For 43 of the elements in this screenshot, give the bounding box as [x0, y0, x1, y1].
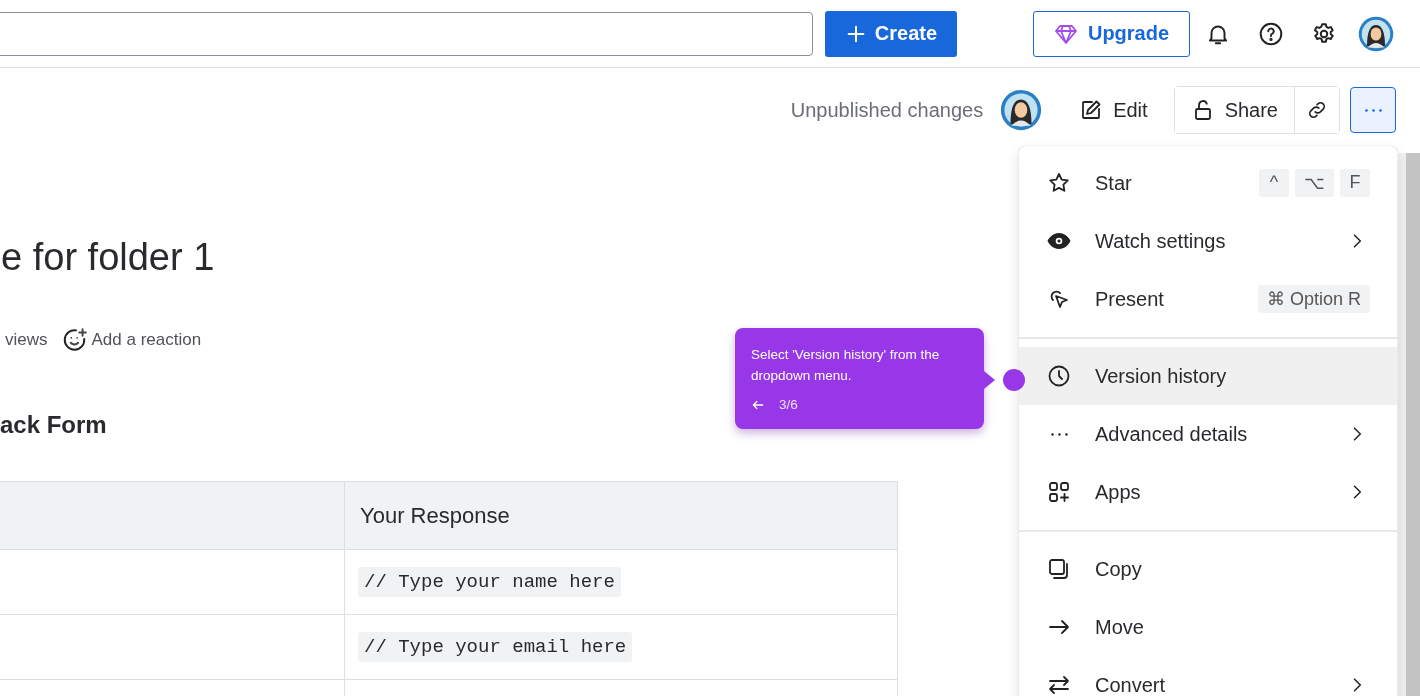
- menu-item[interactable]: Version history: [1019, 347, 1397, 405]
- more-options-button[interactable]: [1350, 87, 1396, 133]
- menu-item[interactable]: Move: [1019, 598, 1397, 656]
- ellipsis-icon: [1050, 432, 1068, 436]
- view-count: views: [5, 330, 48, 350]
- table-header-cell-text: Your Response: [359, 501, 511, 530]
- section-heading: ack Form: [0, 411, 107, 439]
- menu-item[interactable]: Present ⌘ Option R: [1019, 270, 1397, 328]
- help-icon[interactable]: [1258, 20, 1284, 47]
- copy-icon: [1047, 557, 1071, 581]
- star-icon: [1047, 171, 1071, 195]
- page-title: e for folder 1: [1, 235, 215, 280]
- clock-icon: [1047, 364, 1071, 388]
- shortcut-key: ^: [1259, 169, 1289, 197]
- add-reaction-button[interactable]: Add a reaction: [61, 327, 202, 353]
- shortcut-key: F: [1340, 169, 1370, 197]
- create-button[interactable]: Create: [825, 10, 957, 57]
- menu-item[interactable]: Watch settings: [1019, 212, 1397, 270]
- share-button[interactable]: Share: [1174, 87, 1295, 133]
- shortcut-key: ⌘ Option R: [1257, 285, 1370, 313]
- hotspot-dot[interactable]: [1003, 369, 1025, 391]
- menu-item[interactable]: Apps: [1019, 463, 1397, 521]
- swap-arrows-icon: [1047, 673, 1071, 696]
- menu-item[interactable]: Advanced details: [1019, 405, 1397, 463]
- smiley-plus-icon: [61, 327, 88, 353]
- shortcut-key: ⌥: [1295, 169, 1334, 197]
- search-field[interactable]: [0, 11, 813, 56]
- avatar-icon[interactable]: [1358, 15, 1394, 52]
- ellipsis-icon: [1364, 108, 1382, 112]
- menu-item[interactable]: Copy: [1019, 540, 1397, 598]
- step-counter: 3/6: [779, 397, 798, 412]
- scrollbar[interactable]: [1398, 153, 1420, 696]
- code-snippet: // Type your name here: [358, 567, 621, 597]
- upgrade-button[interactable]: Upgrade: [1033, 10, 1190, 57]
- link-icon: [1306, 99, 1328, 121]
- avatar-icon[interactable]: [1000, 89, 1043, 131]
- apps-icon: [1047, 480, 1071, 504]
- menu-item[interactable]: Star ^ ⌥ F: [1019, 154, 1397, 212]
- tooltip-text: Select 'Version history' from the dropdown menu.: [751, 346, 941, 385]
- code-snippet: // Type your email here: [358, 632, 633, 662]
- status-text: Unpublished changes: [790, 98, 984, 122]
- menu-item[interactable]: Convert: [1019, 656, 1397, 696]
- edit-button[interactable]: Edit: [1075, 92, 1152, 128]
